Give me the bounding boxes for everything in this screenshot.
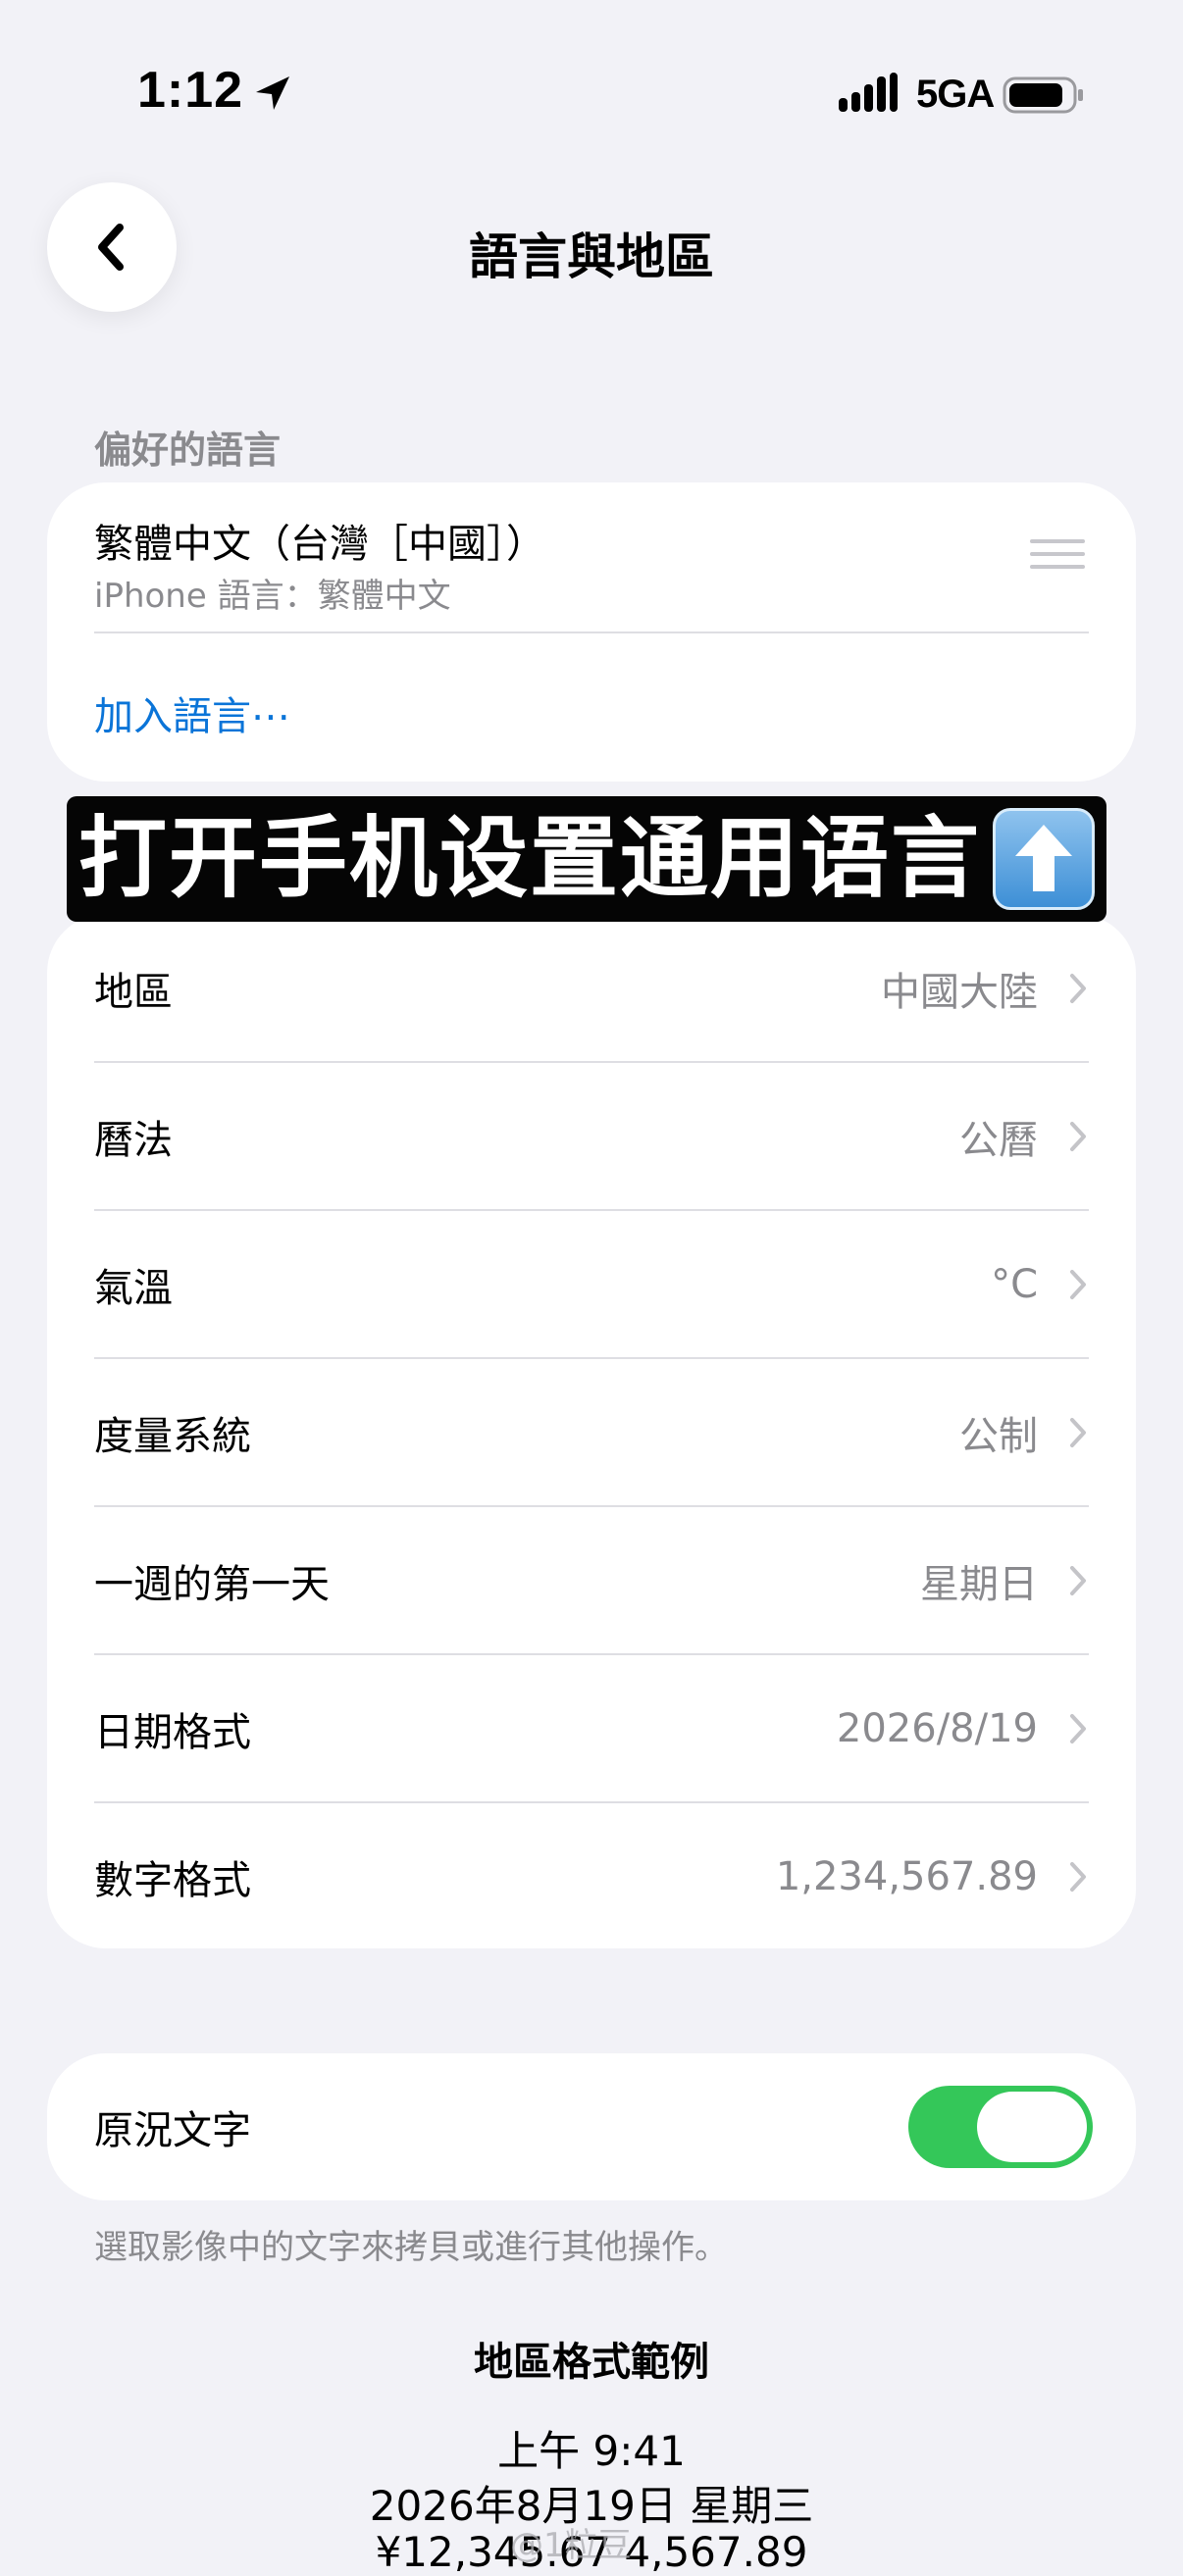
row-label: 日期格式: [94, 1709, 251, 1755]
cellular-signal-icon: [839, 73, 898, 112]
row-label: 一週的第一天: [94, 1561, 330, 1607]
row-value: 星期日: [920, 1561, 1038, 1607]
row-date-format[interactable]: 日期格式 2026/8/19: [47, 1654, 1136, 1802]
row-number-format[interactable]: 數字格式 1,234,567.89: [47, 1802, 1136, 1950]
battery-icon: [1003, 76, 1083, 114]
chevron-right-icon: [1070, 1121, 1086, 1151]
row-value: °C: [991, 1261, 1038, 1307]
section-header-preferred-languages: 偏好的語言: [94, 429, 282, 472]
row-value: 公曆: [959, 1117, 1038, 1163]
row-value: 公制: [959, 1413, 1038, 1459]
toggle-knob: [977, 2092, 1087, 2162]
row-label: 數字格式: [94, 1857, 251, 1903]
language-subtitle: iPhone 語言：繁體中文: [94, 577, 451, 616]
watermark: @1粒豆: [510, 2526, 632, 2565]
overlay-banner: 打开手机设置通用语言: [67, 796, 1106, 922]
format-example-time: 上午 9:41: [497, 2427, 686, 2475]
reorder-handle-icon[interactable]: [1030, 539, 1085, 569]
chevron-right-icon: [1070, 1565, 1086, 1595]
live-text-label: 原況文字: [94, 2108, 251, 2153]
region-settings-card: 地區 中國大陸 曆法 公曆 氣溫 °C 度量系統 公制 一週的第一天 星期日 日…: [47, 914, 1136, 1948]
row-first-day-of-week[interactable]: 一週的第一天 星期日: [47, 1506, 1136, 1654]
row-calendar[interactable]: 曆法 公曆: [47, 1062, 1136, 1210]
overlay-banner-text: 打开手机设置通用语言: [78, 807, 981, 910]
row-value: 2026/8/19: [836, 1705, 1038, 1751]
language-name: 繁體中文（台灣［中國］）: [94, 522, 545, 567]
chevron-right-icon: [1070, 973, 1086, 1003]
row-value: 中國大陸: [881, 969, 1038, 1015]
format-example-title: 地區格式範例: [474, 2340, 709, 2385]
network-type: 5GA: [916, 73, 995, 116]
add-language-button[interactable]: 加入語言⋯: [94, 684, 290, 741]
row-label: 曆法: [94, 1117, 173, 1163]
chevron-right-icon: [1070, 1713, 1086, 1743]
up-arrow-icon: [993, 808, 1095, 910]
status-bar: 1:12 5GA: [0, 0, 1183, 196]
page-title: 語言與地區: [469, 228, 714, 285]
row-value: 1,234,567.89: [775, 1853, 1038, 1899]
divider: [94, 631, 1089, 633]
row-label: 氣溫: [94, 1265, 173, 1311]
row-region[interactable]: 地區 中國大陸: [47, 914, 1136, 1062]
live-text-card: 原況文字: [47, 2053, 1136, 2200]
row-measurement-system[interactable]: 度量系統 公制: [47, 1358, 1136, 1506]
live-text-toggle[interactable]: [908, 2086, 1093, 2168]
preferred-languages-card: 繁體中文（台灣［中國］） iPhone 語言：繁體中文 加入語言⋯: [47, 482, 1136, 782]
live-text-footnote: 選取影像中的文字來拷貝或進行其他操作。: [94, 2228, 728, 2267]
row-temperature[interactable]: 氣溫 °C: [47, 1210, 1136, 1358]
row-label: 地區: [94, 969, 173, 1015]
status-time: 1:12: [137, 62, 244, 119]
location-arrow-icon: [256, 76, 289, 110]
chevron-right-icon: [1070, 1269, 1086, 1299]
chevron-right-icon: [1070, 1861, 1086, 1892]
row-label: 度量系統: [94, 1413, 251, 1459]
chevron-right-icon: [1070, 1417, 1086, 1447]
